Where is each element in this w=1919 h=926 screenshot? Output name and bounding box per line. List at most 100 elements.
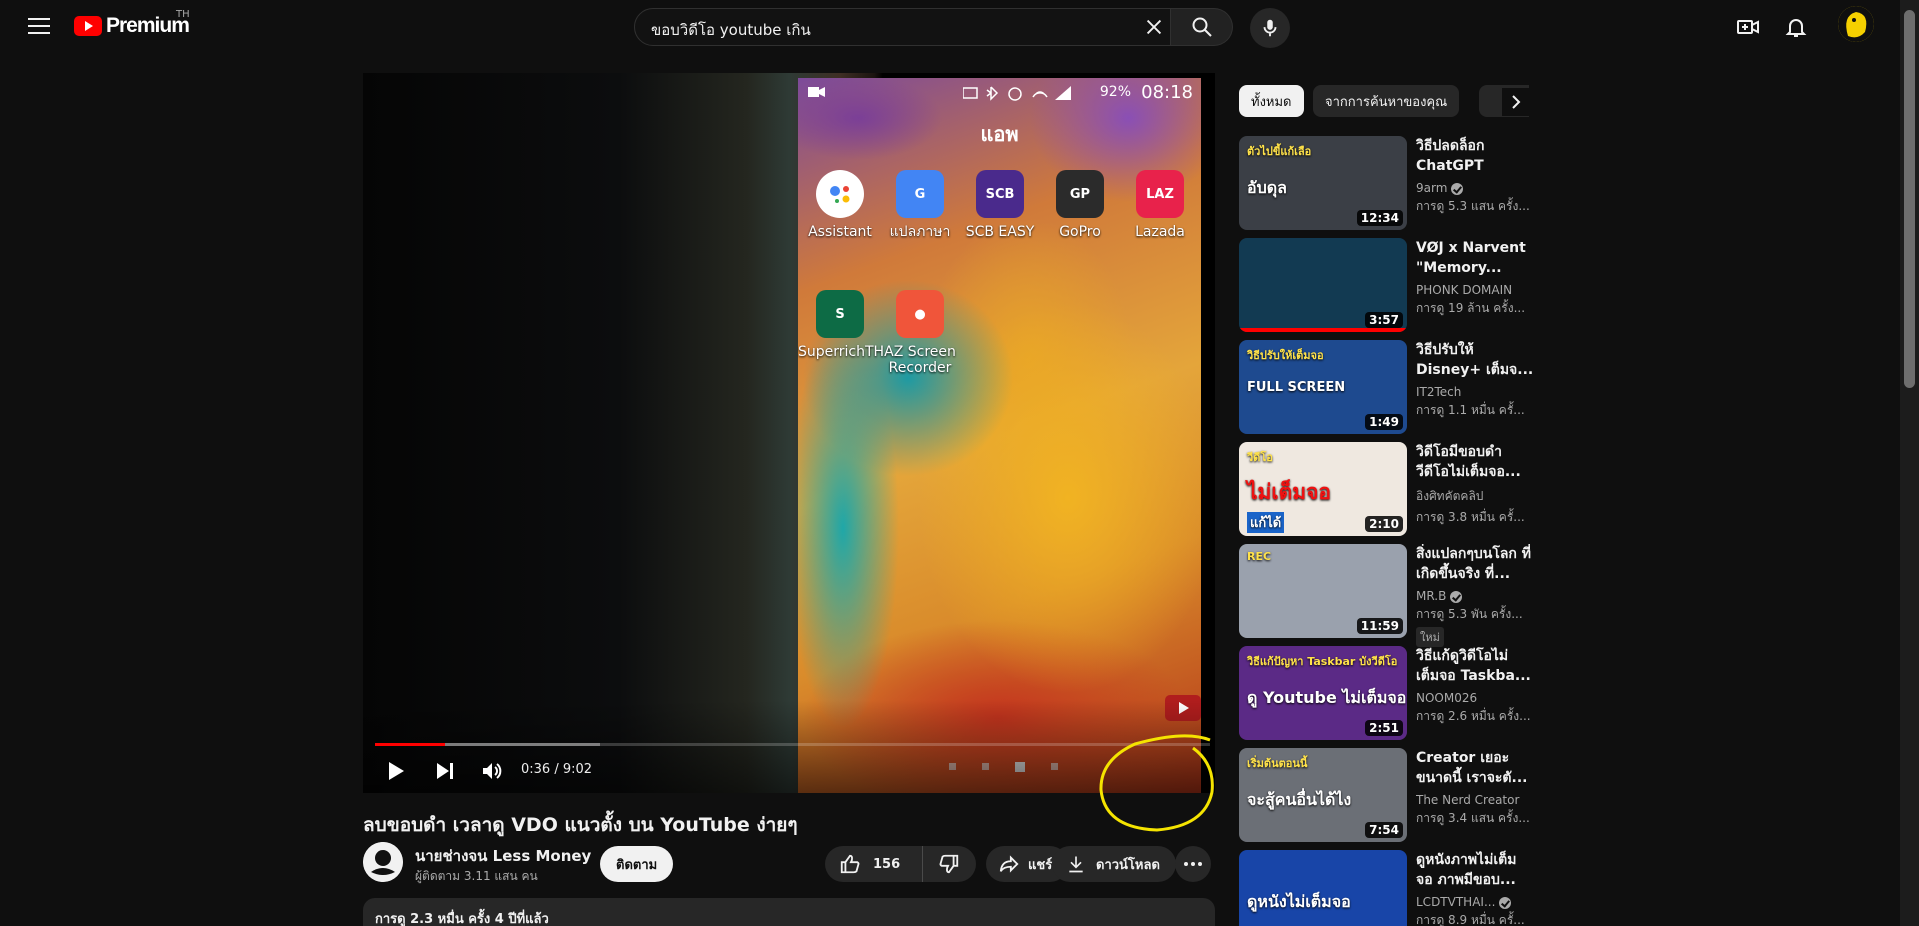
channel-name-text: อิงศิทคัตคลิป (1416, 489, 1484, 503)
recommendation-title[interactable]: วิธีปลดล็อก ChatGPT (1416, 136, 1536, 176)
recommendation-item[interactable]: ตัวไปขี้แก้เลือ อับดุล 12:34 วิธีปลดล็อก C… (1239, 136, 1539, 232)
voice-search-button[interactable] (1250, 8, 1290, 48)
thumbnail[interactable]: REC 11:59 (1239, 544, 1407, 638)
notifications-button[interactable] (1779, 10, 1813, 44)
recommendation-channel: อิงศิทคัตคลิป (1416, 487, 1536, 506)
recommendation-item[interactable]: 3:57 VØJ x Narvent "Memory... PHONK DOMA… (1239, 238, 1539, 334)
like-dislike-group: 156 (825, 846, 976, 882)
download-icon (1069, 856, 1083, 873)
download-button[interactable]: ดาวน์โหลด (1052, 846, 1176, 882)
status-icons (963, 86, 1071, 101)
app-label: GoPro (1059, 224, 1101, 240)
recommendation-title[interactable]: VØJ x Narvent "Memory... (1416, 238, 1536, 278)
recommendation-views: การดู 3.8 หมื่น ครั้... (1416, 510, 1525, 524)
yellow-annotation-circle (1099, 734, 1214, 832)
recommendation-title[interactable]: สิ่งแปลกๆบนโลก ที่เกิดขึ้นจริง ที่... (1416, 544, 1536, 584)
recommendation-item[interactable]: วิธีแก้ปัญหา Taskbar บังวีดีโอ ดู Youtube… (1239, 646, 1539, 742)
recommendation-title[interactable]: วิธีแก้ดูวิดีโอไม่ เต็มจอ Taskba... (1416, 646, 1536, 686)
search-input[interactable]: ขอบวิดีโอ youtube เกิน (634, 8, 1171, 46)
subscribe-button[interactable]: ติดตาม (600, 846, 674, 882)
create-button[interactable] (1731, 10, 1765, 44)
recommendation-info: สิ่งแปลกๆบนโลก ที่เกิดขึ้นจริง ที่... MR… (1416, 544, 1536, 647)
like-button[interactable]: 156 (825, 846, 923, 882)
menu-icon[interactable] (22, 14, 56, 38)
share-icon (999, 855, 1019, 873)
thumbnail[interactable]: ตัวไปขี้แก้เลือ อับดุล 12:34 (1239, 136, 1407, 230)
thumbnail-headline: อับดุล (1247, 178, 1287, 197)
search-query-text: ขอบวิดีโอ youtube เกิน (651, 21, 811, 39)
duration-badge: 2:51 (1365, 720, 1403, 736)
recommendation-title[interactable]: วิดีโอมีขอบดำ วีดีโอไม่เต็มจอ... (1416, 442, 1536, 482)
thumbnail-caption: REC (1247, 550, 1272, 563)
thumbnail[interactable]: วีดีโอ ไม่เต็มจอ แก้ได้ 2:10 (1239, 442, 1407, 536)
phone-screen-video: 92% 08:18 แอพ Assistant G แปลภาษา SCB SC… (798, 78, 1201, 793)
chip-all[interactable]: ทั้งหมด (1239, 85, 1304, 117)
recommendation-item[interactable]: วิธีปรับให้เต็มจอ FULL SCREEN 1:49 วิธีปรั… (1239, 340, 1539, 436)
recommendation-title[interactable]: วิธีปรับให้ Disney+ เต็มจ... (1416, 340, 1536, 380)
app-tile-superrich: S SuperrichTH (798, 290, 884, 360)
more-actions-button[interactable] (1175, 846, 1211, 882)
search-icon (1192, 17, 1212, 37)
channel-name[interactable]: นายช่างจน Less Money (415, 844, 591, 868)
recommendation-channel: The Nerd Creator (1416, 793, 1536, 807)
dislike-button[interactable] (923, 846, 975, 882)
video-camera-icon (808, 87, 825, 97)
phone-status-bar: 92% 08:18 (798, 78, 1201, 106)
channel-name-text: The Nerd Creator (1416, 793, 1520, 807)
clear-icon[interactable] (1143, 16, 1165, 38)
thumbnail[interactable]: เริ่มต้นตอนนี้ จะสู้คนอื่นได้ไง 7:54 (1239, 748, 1407, 842)
search-button[interactable] (1171, 8, 1233, 46)
more-horizontal-icon (1184, 862, 1202, 866)
app-tile-assistant: Assistant (798, 170, 882, 240)
recommendation-item[interactable]: วีดีโอ ไม่เต็มจอ แก้ได้ 2:10 วิดีโอมีขอบดำ … (1239, 442, 1539, 538)
avatar-image-icon (1838, 6, 1874, 42)
seek-bar[interactable] (375, 743, 1210, 746)
video-player[interactable]: 92% 08:18 แอพ Assistant G แปลภาษา SCB SC… (363, 73, 1215, 793)
like-count: 156 (873, 856, 901, 872)
youtube-logo[interactable]: Premium (74, 12, 190, 40)
app-label: แปลภาษา (889, 224, 951, 240)
next-button[interactable] (427, 756, 463, 786)
page-scrollbar[interactable] (1900, 0, 1919, 926)
app-label: AZ Screen Recorder (884, 344, 956, 376)
recommendation-views: การดู 3.4 แสน ครั้ง... (1416, 811, 1530, 825)
thumbnail-caption: วีดีโอ (1247, 451, 1273, 464)
thumbnail[interactable]: 3:57 (1239, 238, 1407, 332)
volume-button[interactable] (474, 756, 510, 786)
channel-avatar[interactable] (363, 842, 403, 882)
channel-name-text: MR.B (1416, 589, 1447, 603)
duration-badge: 11:59 (1356, 618, 1403, 634)
app-tile-gopro: GP GoPro (1038, 170, 1122, 240)
account-avatar[interactable] (1838, 6, 1874, 42)
chip-from-search[interactable]: จากการค้นหาของคุณ (1313, 85, 1460, 117)
recommendation-views: การดู 5.3 แสน ครั้ง... (1416, 199, 1530, 213)
assistant-icon (816, 170, 864, 218)
recommendation-info: วิธีแก้ดูวิดีโอไม่ เต็มจอ Taskba... NOOM… (1416, 646, 1536, 726)
thumbs-up-icon (840, 854, 860, 874)
play-button[interactable] (378, 756, 414, 786)
recommendation-item[interactable]: REC 11:59 สิ่งแปลกๆบนโลก ที่เกิดขึ้นจริง … (1239, 544, 1539, 647)
recommendation-views: การดู 2.6 หมื่น ครั้ง... (1416, 709, 1531, 723)
recommendation-title[interactable]: ดูหนังภาพไม่เต็ม จอ ภาพมีขอบ... (1416, 850, 1536, 890)
duration-badge: 1:49 (1365, 414, 1403, 430)
chips-next-button[interactable] (1502, 88, 1530, 116)
recommendation-item[interactable]: เริ่มต้นตอนนี้ จะสู้คนอื่นได้ไง 7:54 Creat… (1239, 748, 1539, 844)
thumbnail-caption: วิธีแก้ปัญหา Taskbar บังวีดีโอ (1247, 655, 1398, 668)
skip-next-icon (437, 763, 453, 779)
thumbnail[interactable]: วิธีปรับให้เต็มจอ FULL SCREEN 1:49 (1239, 340, 1407, 434)
app-tile-az-recorder: ● AZ Screen Recorder (878, 290, 962, 376)
recommendation-title[interactable]: Creator เยอะ ขนาดนี้ เราจะตั... (1416, 748, 1536, 788)
recommendation-item[interactable]: ดูหนังไม่เต็มจอ ดูหนังภาพไม่เต็ม จอ ภาพม… (1239, 850, 1539, 926)
thumbnail[interactable]: วิธีแก้ปัญหา Taskbar บังวีดีโอ ดู Youtube… (1239, 646, 1407, 740)
thumbnail-subcaption: แก้ได้ (1247, 512, 1285, 533)
create-video-icon (1737, 20, 1759, 34)
duration-badge: 2:10 (1365, 516, 1403, 532)
scrollbar-thumb[interactable] (1904, 10, 1915, 388)
bell-icon (1785, 19, 1807, 37)
thumbnail[interactable]: ดูหนังไม่เต็มจอ (1239, 850, 1407, 926)
subscriber-count: ผู้ติดตาม 3.11 แสน คน (415, 869, 538, 883)
view-count-date: การดู 2.3 หมื่น ครั้ง 4 ปีที่แล้ว (375, 912, 549, 926)
description-box[interactable]: การดู 2.3 หมื่น ครั้ง 4 ปีที่แล้ว (363, 898, 1215, 926)
recommendation-views: การดู 1.1 หมื่น ครั้... (1416, 403, 1525, 417)
thumbnail-headline: จะสู้คนอื่นได้ไง (1247, 790, 1352, 809)
